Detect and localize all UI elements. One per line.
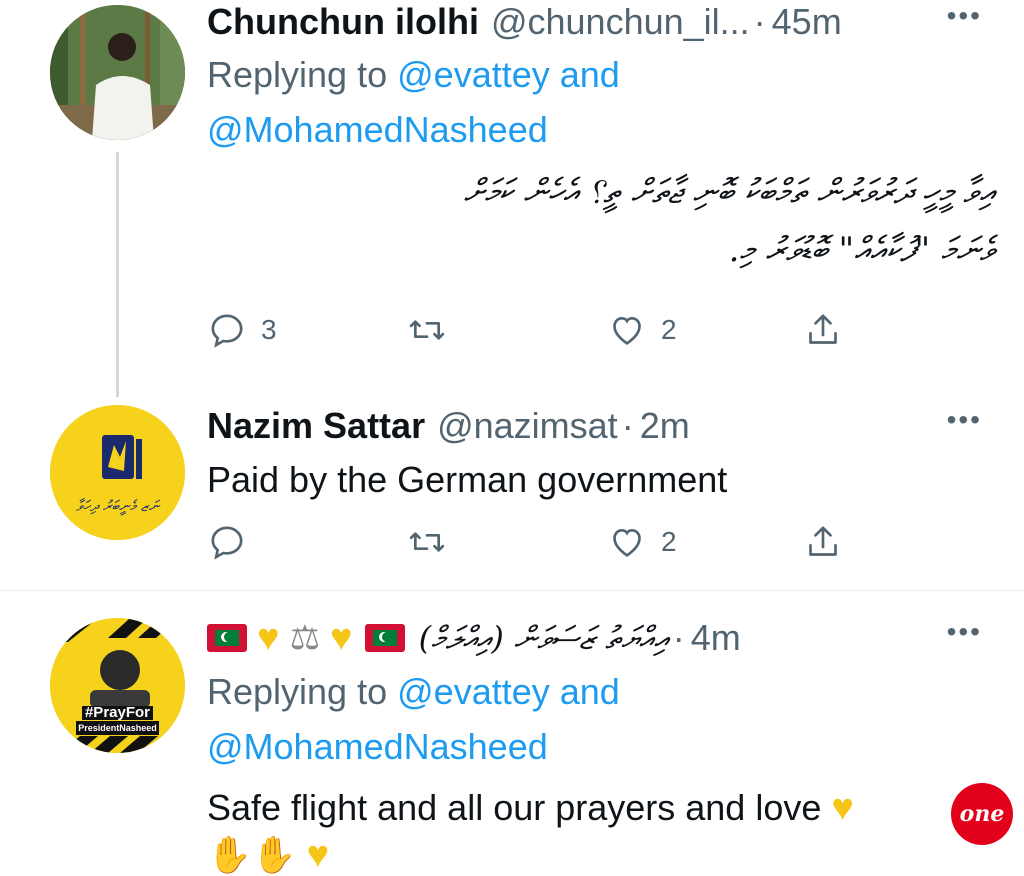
mention-mohamednasheed[interactable]: @MohamedNasheed <box>207 726 548 767</box>
reply-icon <box>211 526 243 560</box>
scales-icon: ⚖ <box>289 619 321 657</box>
tweet-actions: 3 2 <box>207 310 867 360</box>
yellow-heart-icon: ♥ <box>257 617 280 659</box>
share-icon <box>809 314 837 344</box>
more-horizontal-icon[interactable]: ••• <box>947 404 982 436</box>
display-name[interactable]: Nazim Sattar <box>207 404 425 448</box>
replying-prefix: Replying to <box>207 671 388 712</box>
more-horizontal-icon[interactable]: ••• <box>947 0 982 32</box>
hashtag-line-2: PresidentNasheed <box>76 721 159 735</box>
yellow-heart-icon: ♥ <box>330 617 353 659</box>
tweet-header: Nazim Sattar @nazimsat · 2m <box>207 404 994 448</box>
raised-hands-icon: ✋✋ <box>207 834 297 875</box>
timestamp[interactable]: 45m <box>772 0 842 44</box>
like-button[interactable]: 2 <box>607 522 677 562</box>
mention-evattey[interactable]: @evattey <box>397 671 550 712</box>
tweet-header: ♥ ⚖ ♥ އިއްޔަތު ޒަސަވަން (އިއްލަމް) · 4m <box>207 616 994 660</box>
replying-to: Replying to @evattey and @MohamedNasheed <box>207 47 994 157</box>
tweet-text-line-2: ވެނަމަ "ފުކާއެއް" ބޮޑުވަރު މި. <box>728 230 994 270</box>
reply-count: 3 <box>261 314 277 345</box>
separator-dot: · <box>753 1 766 42</box>
avatar-logo <box>50 405 185 540</box>
reply-icon <box>211 314 243 348</box>
avatar-photo <box>50 5 185 140</box>
timestamp[interactable]: 4m <box>691 616 741 660</box>
separator-dot: · <box>672 617 685 658</box>
retweet-icon <box>409 320 445 340</box>
avatar-hashtag: #PrayFor PresidentNasheed <box>50 705 185 735</box>
avatar-nazim[interactable]: ނަޒ މެނީބަރު ދިހަވާ <box>50 405 185 540</box>
heart-icon <box>613 316 641 345</box>
tweet-actions: 2 <box>207 522 867 572</box>
display-name[interactable]: Chunchun ilolhi <box>207 0 479 44</box>
like-count: 2 <box>661 314 677 345</box>
replying-prefix: Replying to <box>207 54 388 95</box>
mention-and[interactable]: and <box>560 671 620 712</box>
avatar-prayfor[interactable]: #PrayFor PresidentNasheed <box>50 618 185 753</box>
yellow-heart-icon: ♥ <box>831 787 854 829</box>
flag-maldives-icon <box>207 624 247 652</box>
separator-dot: · <box>621 405 634 446</box>
tweet-chunchun[interactable]: Chunchun ilolhi @chunchun_il... · 45m ••… <box>0 0 1024 400</box>
retweet-button[interactable] <box>407 310 461 350</box>
replying-to: Replying to @evattey and @MohamedNasheed <box>207 664 994 774</box>
tweet-text: އިވާ މީހީ ދަރުވަރުން ތަމްބަކު ބޮނި ޖާތަށ… <box>207 163 994 279</box>
share-button[interactable] <box>803 522 843 562</box>
tweet-divider <box>0 590 1024 591</box>
emoji-overflow-row: ✋✋ ♥ <box>207 834 330 876</box>
share-button[interactable] <box>803 310 843 350</box>
mention-mohamednasheed[interactable]: @MohamedNasheed <box>207 109 548 150</box>
share-icon <box>809 526 837 556</box>
tweet-text: Paid by the German government <box>207 459 728 500</box>
retweet-button[interactable] <box>407 522 461 562</box>
user-handle[interactable]: @chunchun_il... <box>491 0 750 44</box>
tweet-text: Safe flight and all our prayers and love… <box>207 782 994 834</box>
display-name[interactable]: އިއްޔަތު ޒަސަވަން (އިއްލަމް) <box>419 616 669 660</box>
tweet-text-content: Safe flight and all our prayers and love <box>207 787 822 828</box>
yellow-heart-icon: ♥ <box>306 834 330 876</box>
flag-maldives-icon <box>364 624 405 652</box>
tweet-nazim[interactable]: ނަޒ މެނީބަރު ދިހަވާ Nazim Sattar @nazims… <box>0 400 1024 590</box>
tweet-third[interactable]: #PrayFor PresidentNasheed ♥ ⚖ ♥ އިއްޔަތު… <box>0 600 1024 875</box>
like-button[interactable]: 2 <box>607 310 677 350</box>
hashtag-line-1: #PrayFor <box>81 705 154 720</box>
timestamp[interactable]: 2m <box>640 404 690 448</box>
more-horizontal-icon[interactable]: ••• <box>947 616 982 648</box>
reply-button[interactable] <box>207 522 261 562</box>
tweet-header: Chunchun ilolhi @chunchun_il... · 45m <box>207 0 994 44</box>
thread-line <box>116 152 119 397</box>
mention-and[interactable]: and <box>560 54 620 95</box>
tweet-text-line-1: އިވާ މީހީ ދަރުވަރުން ތަމްބަކު ބޮނި ޖާތަށ… <box>463 172 994 212</box>
mention-evattey[interactable]: @evattey <box>397 54 550 95</box>
heart-icon <box>613 528 641 557</box>
like-count: 2 <box>661 526 677 557</box>
one-logo-badge: one <box>951 783 1013 845</box>
user-handle[interactable]: @nazimsat <box>437 404 618 448</box>
avatar-chunchun[interactable] <box>50 5 185 140</box>
avatar-caption: ނަޒ މެނީބަރު ދިހަވާ <box>76 497 159 515</box>
reply-button[interactable]: 3 <box>207 310 277 350</box>
retweet-icon <box>409 532 445 552</box>
